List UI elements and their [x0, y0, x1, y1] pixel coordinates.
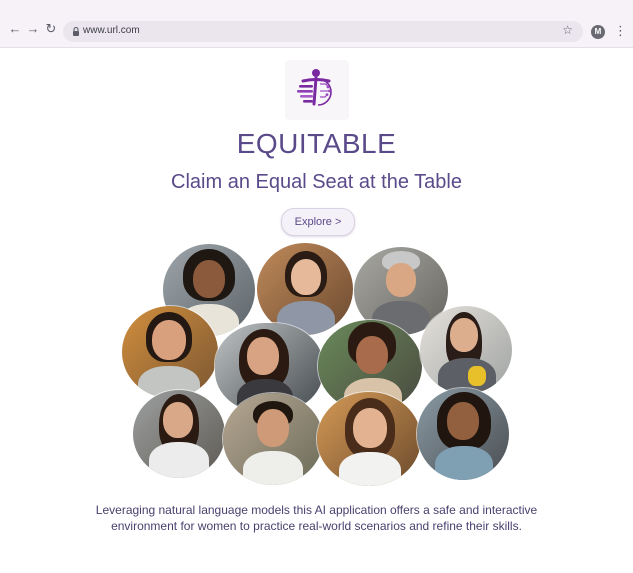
portrait-photo — [122, 306, 218, 398]
profile-avatar[interactable]: M — [591, 25, 605, 39]
url-text[interactable]: www.url.com — [83, 25, 140, 36]
portrait-photo — [133, 390, 225, 478]
lock-icon — [73, 27, 79, 36]
back-arrow-icon[interactable]: ← — [8, 22, 22, 36]
address-bar[interactable]: www.url.com ☆ — [63, 21, 583, 42]
browser-toolbar: ← → ↻ www.url.com ☆ M ⋮ — [0, 0, 633, 48]
kebab-menu-icon[interactable]: ⋮ — [614, 22, 627, 40]
forward-arrow-icon[interactable]: → — [26, 22, 40, 36]
portrait-photo — [223, 393, 323, 485]
portrait-photo — [317, 392, 421, 486]
tagline: Claim an Equal Seat at the Table — [171, 171, 462, 193]
portrait-photo — [420, 306, 512, 394]
reload-icon[interactable]: ↻ — [44, 22, 58, 36]
app-description: Leveraging natural language models this … — [95, 503, 538, 533]
explore-button[interactable]: Explore > — [281, 208, 355, 236]
portrait-photo — [417, 388, 509, 480]
brand-title: EQUITABLE — [236, 128, 397, 159]
equitable-logo-icon — [297, 69, 332, 106]
app-logo — [285, 60, 349, 120]
bookmark-star-icon[interactable]: ☆ — [562, 23, 573, 37]
